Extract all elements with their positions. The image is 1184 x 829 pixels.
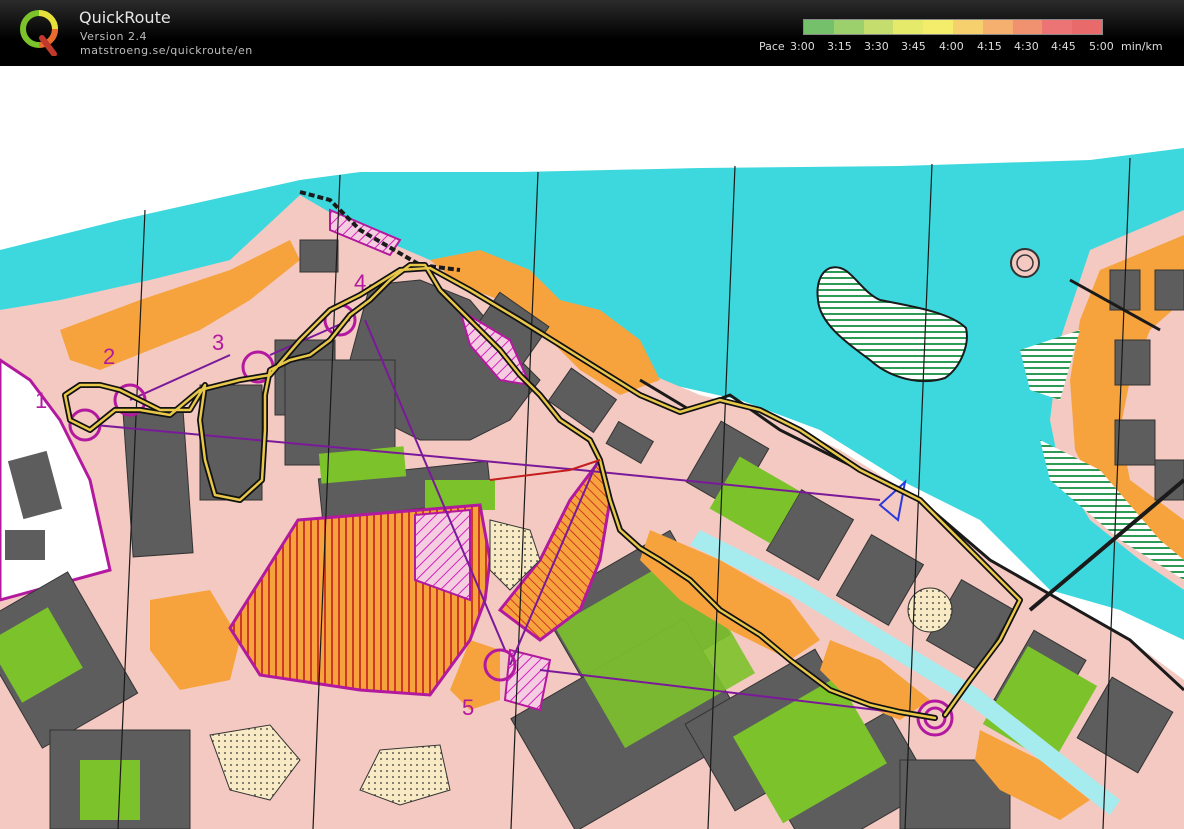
tower-icon xyxy=(1010,248,1040,278)
pace-tick: 3:45 xyxy=(901,40,926,53)
quickroute-logo-icon xyxy=(20,10,58,56)
control-number-2: 2 xyxy=(103,344,115,369)
pace-label: Pace xyxy=(759,40,785,53)
app-version: Version 2.4 xyxy=(80,30,147,43)
pace-swatch xyxy=(952,20,983,34)
app-url: matstroeng.se/quickroute/en xyxy=(80,44,253,57)
pace-swatch xyxy=(863,20,894,34)
pace-tick: 4:00 xyxy=(939,40,964,53)
pace-swatch xyxy=(1042,20,1073,34)
control-number-3: 3 xyxy=(212,330,224,355)
pace-swatch xyxy=(1072,20,1102,34)
control-number-1: 1 xyxy=(35,388,47,413)
pace-tick: 5:00 xyxy=(1089,40,1114,53)
pace-tick: 4:45 xyxy=(1051,40,1076,53)
control-number-5: 5 xyxy=(462,695,474,720)
pace-swatch xyxy=(923,20,953,34)
pace-tick: 4:30 xyxy=(1014,40,1039,53)
pace-unit: min/km xyxy=(1121,40,1163,53)
pace-swatch xyxy=(1012,20,1043,34)
app-header: QuickRoute Version 2.4 matstroeng.se/qui… xyxy=(0,0,1184,66)
pace-color-scale xyxy=(803,19,1103,35)
orienteering-map[interactable]: 1 2 3 4 5 xyxy=(0,66,1184,829)
pace-tick: 4:15 xyxy=(977,40,1002,53)
pace-tick: 3:15 xyxy=(827,40,852,53)
pace-swatch xyxy=(833,20,864,34)
pace-swatch xyxy=(893,20,924,34)
pace-tick: 3:30 xyxy=(864,40,889,53)
app-title: QuickRoute xyxy=(79,8,171,27)
pace-swatch xyxy=(804,20,834,34)
pace-swatch xyxy=(982,20,1013,34)
pace-tick: 3:00 xyxy=(790,40,815,53)
